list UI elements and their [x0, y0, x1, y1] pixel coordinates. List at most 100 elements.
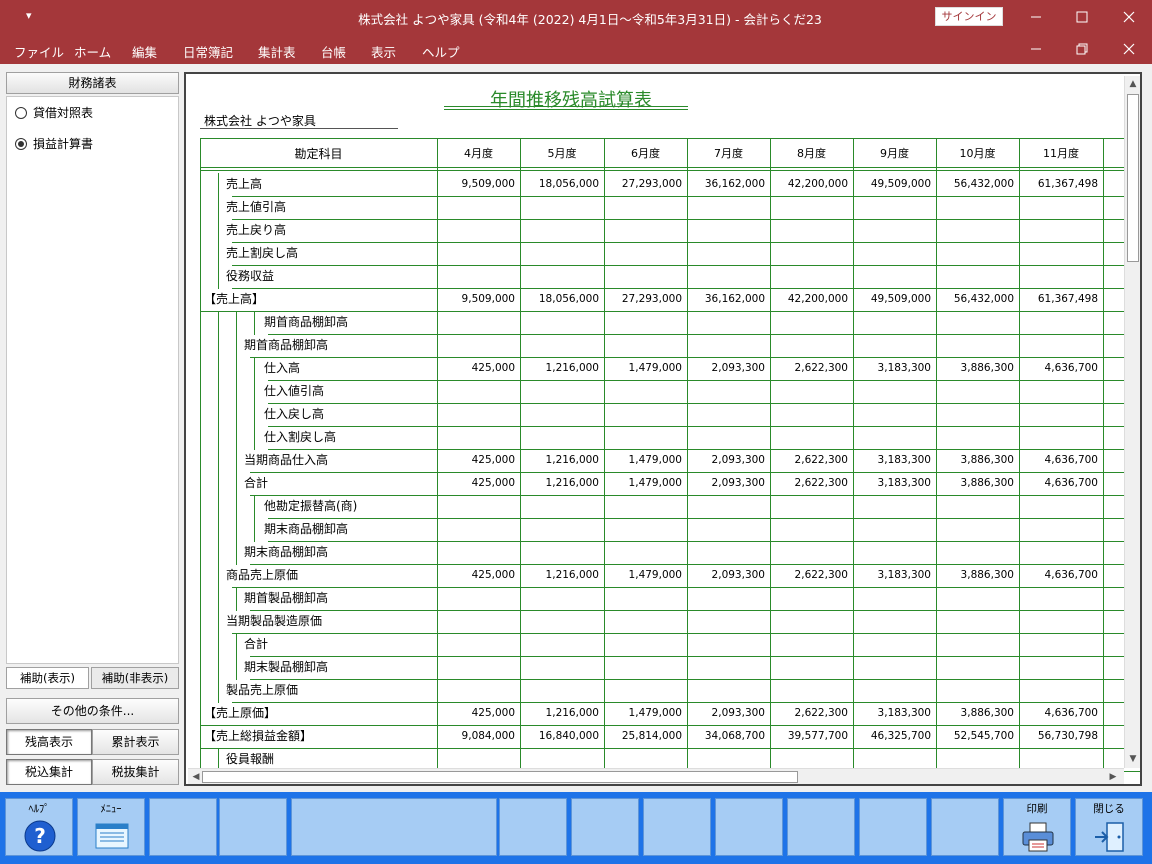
amount-cell[interactable]: 2,622,300 — [770, 473, 848, 494]
scroll-down-icon[interactable]: ▼ — [1126, 752, 1140, 766]
amount-cell[interactable]: 49,509,000 — [853, 289, 931, 310]
vertical-scrollbar[interactable]: ▲ ▼ — [1124, 76, 1140, 768]
amount-cell[interactable] — [1019, 312, 1098, 333]
amount-cell[interactable] — [687, 519, 765, 540]
amount-cell[interactable] — [604, 427, 682, 448]
amount-cell[interactable] — [687, 611, 765, 632]
amount-cell[interactable]: 1,479,000 — [604, 450, 682, 471]
account-label[interactable]: 【売上原価】 — [204, 703, 276, 724]
amount-cell[interactable]: 27,293,000 — [604, 289, 682, 310]
amount-cell[interactable] — [1019, 542, 1098, 563]
amount-cell[interactable] — [604, 657, 682, 678]
amount-cell[interactable] — [604, 634, 682, 655]
amount-cell[interactable] — [437, 266, 515, 287]
amount-cell[interactable] — [936, 611, 1014, 632]
amount-cell[interactable] — [437, 519, 515, 540]
amount-cell[interactable] — [604, 542, 682, 563]
fkey-print[interactable]: 印刷 — [1003, 798, 1071, 856]
amount-cell[interactable] — [936, 542, 1014, 563]
amount-cell[interactable]: 1,479,000 — [604, 473, 682, 494]
amount-cell[interactable] — [520, 749, 599, 770]
amount-cell[interactable] — [687, 243, 765, 264]
amount-cell[interactable]: 1,216,000 — [520, 473, 599, 494]
amount-cell[interactable] — [437, 749, 515, 770]
amount-cell[interactable]: 1,479,000 — [604, 358, 682, 379]
amount-cell[interactable] — [1019, 657, 1098, 678]
account-label[interactable]: 期末商品棚卸高 — [264, 519, 348, 540]
amount-cell[interactable] — [853, 680, 931, 701]
account-label[interactable]: 【売上総損益金額】 — [204, 726, 312, 747]
scroll-right-icon[interactable]: ▶ — [1106, 770, 1120, 784]
account-label[interactable]: 当期製品製造原価 — [226, 611, 322, 632]
amount-cell[interactable] — [936, 657, 1014, 678]
amount-cell[interactable] — [853, 611, 931, 632]
amount-cell[interactable] — [687, 634, 765, 655]
amount-cell[interactable] — [437, 243, 515, 264]
amount-cell[interactable] — [770, 197, 848, 218]
amount-cell[interactable] — [437, 335, 515, 356]
amount-cell[interactable] — [1019, 496, 1098, 517]
fkey-6[interactable] — [499, 798, 567, 856]
amount-cell[interactable]: 3,183,300 — [853, 358, 931, 379]
amount-cell[interactable] — [520, 542, 599, 563]
amount-cell[interactable]: 27,293,000 — [604, 174, 682, 195]
amount-cell[interactable]: 16,840,000 — [520, 726, 599, 747]
account-label[interactable]: 売上値引高 — [226, 197, 286, 218]
amount-cell[interactable]: 3,886,300 — [936, 358, 1014, 379]
amount-cell[interactable] — [1019, 404, 1098, 425]
amount-cell[interactable]: 3,183,300 — [853, 473, 931, 494]
amount-cell[interactable] — [437, 381, 515, 402]
signin-button[interactable]: サインイン — [935, 7, 1003, 26]
amount-cell[interactable] — [520, 335, 599, 356]
radio-income-statement[interactable]: 損益計算書 — [15, 134, 93, 154]
amount-cell[interactable]: 3,183,300 — [853, 703, 931, 724]
amount-cell[interactable] — [853, 220, 931, 241]
amount-cell[interactable] — [520, 427, 599, 448]
amount-cell[interactable] — [770, 749, 848, 770]
amount-cell[interactable] — [770, 404, 848, 425]
amount-cell[interactable]: 1,216,000 — [520, 703, 599, 724]
account-label[interactable]: 期末製品棚卸高 — [244, 657, 328, 678]
amount-cell[interactable] — [604, 220, 682, 241]
amount-cell[interactable] — [853, 266, 931, 287]
amount-cell[interactable]: 3,886,300 — [936, 565, 1014, 586]
amount-cell[interactable] — [437, 404, 515, 425]
amount-cell[interactable] — [437, 220, 515, 241]
account-label[interactable]: 期首製品棚卸高 — [244, 588, 328, 609]
menu-edit[interactable]: 編集 — [132, 42, 157, 61]
minimize-icon[interactable] — [1026, 7, 1046, 27]
amount-cell[interactable] — [437, 611, 515, 632]
amount-cell[interactable] — [936, 519, 1014, 540]
doc-restore-icon[interactable] — [1072, 39, 1092, 59]
account-label[interactable]: 売上戻り高 — [226, 220, 286, 241]
amount-cell[interactable]: 61,367,498 — [1019, 289, 1098, 310]
amount-cell[interactable] — [853, 197, 931, 218]
fkey-close[interactable]: 閉じる — [1075, 798, 1143, 856]
amount-cell[interactable] — [604, 197, 682, 218]
amount-cell[interactable] — [687, 542, 765, 563]
account-label[interactable]: 仕入割戻し高 — [264, 427, 336, 448]
amount-cell[interactable]: 2,093,300 — [687, 473, 765, 494]
amount-cell[interactable] — [770, 427, 848, 448]
amount-cell[interactable] — [437, 542, 515, 563]
amount-cell[interactable] — [520, 404, 599, 425]
fkey-10[interactable] — [787, 798, 855, 856]
amount-cell[interactable]: 2,622,300 — [770, 358, 848, 379]
amount-cell[interactable]: 2,622,300 — [770, 703, 848, 724]
amount-cell[interactable] — [687, 197, 765, 218]
amount-cell[interactable]: 4,636,700 — [1019, 358, 1098, 379]
amount-cell[interactable] — [437, 312, 515, 333]
amount-cell[interactable] — [1019, 680, 1098, 701]
account-label[interactable]: 製品売上原価 — [226, 680, 298, 701]
maximize-icon[interactable] — [1072, 7, 1092, 27]
amount-cell[interactable] — [687, 749, 765, 770]
amount-cell[interactable] — [936, 197, 1014, 218]
amount-cell[interactable] — [770, 496, 848, 517]
account-label[interactable]: 売上割戻し高 — [226, 243, 298, 264]
fkey-11[interactable] — [859, 798, 927, 856]
scroll-up-icon[interactable]: ▲ — [1126, 77, 1140, 91]
amount-cell[interactable] — [853, 312, 931, 333]
amount-cell[interactable]: 1,216,000 — [520, 450, 599, 471]
amount-cell[interactable] — [853, 542, 931, 563]
amount-cell[interactable]: 42,200,000 — [770, 289, 848, 310]
